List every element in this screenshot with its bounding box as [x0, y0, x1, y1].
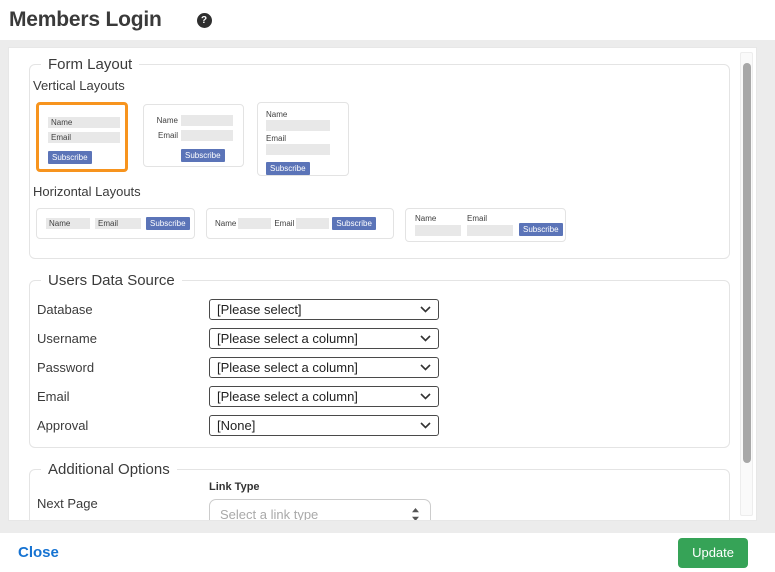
mini-name-label: Name [215, 219, 236, 228]
username-row: Username [Please select a column] [37, 328, 729, 349]
close-button[interactable]: Close [18, 544, 59, 561]
mini-email-field [296, 218, 329, 229]
link-type-label: Link Type [209, 481, 431, 493]
username-label: Username [37, 331, 209, 346]
mini-email-field: Email [95, 218, 141, 229]
mini-subscribe-button: Subscribe [181, 149, 225, 162]
additional-options-section: Additional Options Next Page Link Type S… [29, 461, 730, 521]
email-select-value: [Please select a column] [217, 389, 358, 404]
update-button[interactable]: Update [678, 538, 748, 568]
mini-name-field [266, 120, 330, 131]
mini-email-label: Email [266, 134, 348, 143]
chevron-down-icon [420, 364, 431, 371]
database-select[interactable]: [Please select] [209, 299, 439, 320]
mini-email-label: Email [152, 131, 178, 140]
horizontal-layout-option-2[interactable]: Name Email Subscribe [206, 208, 394, 239]
dialog-header: Members Login ? [0, 0, 775, 40]
dialog-body: Form Layout Vertical Layouts Name Email … [0, 40, 775, 533]
mini-name-label: Name [415, 214, 461, 223]
mini-email-field [467, 225, 513, 236]
chevron-down-icon [420, 335, 431, 342]
mini-name-field: Name [46, 218, 90, 229]
database-row: Database [Please select] [37, 299, 729, 320]
approval-select-value: [None] [217, 418, 255, 433]
password-row: Password [Please select a column] [37, 357, 729, 378]
mini-subscribe-button: Subscribe [266, 162, 310, 175]
mini-name-field [238, 218, 271, 229]
mini-email-label: Email [274, 219, 294, 228]
database-label: Database [37, 302, 209, 317]
horizontal-layout-option-1[interactable]: Name Email Subscribe [36, 208, 195, 239]
mini-email-field [266, 144, 330, 155]
mini-name-field [415, 225, 461, 236]
vertical-layout-option-3[interactable]: Name Email Subscribe [257, 102, 349, 176]
users-data-source-legend: Users Data Source [41, 272, 182, 289]
chevron-down-icon [420, 422, 431, 429]
scrollbar-thumb[interactable] [743, 63, 751, 463]
help-icon[interactable]: ? [197, 13, 212, 28]
additional-options-legend: Additional Options [41, 461, 177, 478]
vertical-layouts-row: Name Email Subscribe Name Email [36, 102, 729, 176]
mini-email-field [181, 130, 233, 141]
password-label: Password [37, 360, 209, 375]
vertical-layout-option-2[interactable]: Name Email Subscribe [143, 104, 244, 167]
approval-label: Approval [37, 418, 209, 433]
mini-subscribe-button: Subscribe [332, 217, 376, 230]
vertical-layout-option-1[interactable]: Name Email Subscribe [36, 102, 128, 172]
link-type-select-value: Select a link type [220, 507, 318, 521]
approval-row: Approval [None] [37, 415, 729, 436]
horizontal-layouts-row: Name Email Subscribe Name Email Subscrib… [36, 208, 729, 242]
mini-name-field: Name [48, 117, 120, 128]
stepper-arrows-icon [411, 508, 420, 521]
chevron-down-icon [420, 306, 431, 313]
mini-name-label: Name [266, 110, 348, 119]
email-row: Email [Please select a column] [37, 386, 729, 407]
horizontal-layouts-label: Horizontal Layouts [33, 184, 729, 199]
mini-email-field: Email [48, 132, 120, 143]
approval-select[interactable]: [None] [209, 415, 439, 436]
mini-name-label: Name [152, 116, 178, 125]
dialog-footer: Close Update [0, 533, 775, 572]
mini-subscribe-button: Subscribe [146, 217, 190, 230]
email-select[interactable]: [Please select a column] [209, 386, 439, 407]
password-select-value: [Please select a column] [217, 360, 358, 375]
email-label: Email [37, 389, 209, 404]
password-select[interactable]: [Please select a column] [209, 357, 439, 378]
form-layout-legend: Form Layout [41, 56, 139, 73]
vertical-layouts-label: Vertical Layouts [33, 78, 729, 93]
form-layout-section: Form Layout Vertical Layouts Name Email … [29, 56, 730, 259]
username-select[interactable]: [Please select a column] [209, 328, 439, 349]
page-title: Members Login [9, 8, 162, 32]
username-select-value: [Please select a column] [217, 331, 358, 346]
database-select-value: [Please select] [217, 302, 302, 317]
mini-email-label: Email [467, 214, 513, 223]
horizontal-layout-option-3[interactable]: Name Email Subscribe [405, 208, 566, 242]
next-page-label: Next Page [37, 481, 209, 521]
mini-name-field [181, 115, 233, 126]
scrollbar-track[interactable] [740, 52, 753, 516]
settings-panel: Form Layout Vertical Layouts Name Email … [8, 47, 757, 521]
chevron-down-icon [420, 393, 431, 400]
link-type-select[interactable]: Select a link type [209, 499, 431, 521]
mini-subscribe-button: Subscribe [519, 223, 563, 236]
mini-subscribe-button: Subscribe [48, 151, 92, 164]
users-data-source-section: Users Data Source Database [Please selec… [29, 272, 730, 448]
